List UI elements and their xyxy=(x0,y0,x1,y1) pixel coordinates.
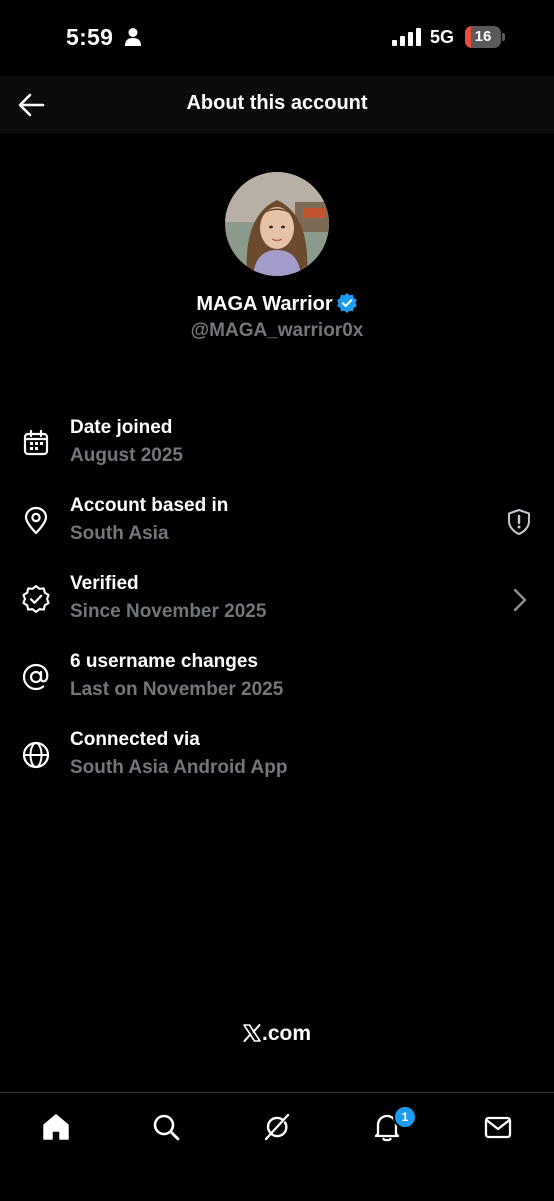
profile-name-row: MAGA Warrior xyxy=(0,291,554,317)
person-icon xyxy=(125,28,141,46)
header: About this account xyxy=(0,76,554,134)
home-icon xyxy=(43,1114,69,1140)
grok-icon xyxy=(264,1113,290,1141)
at-sign-icon xyxy=(22,663,49,691)
info-row-verified[interactable]: Verified Since November 2025 xyxy=(0,570,554,648)
calendar-icon xyxy=(23,429,49,456)
profile-name: MAGA Warrior xyxy=(196,293,333,315)
info-row-username-changes: 6 username changes Last on November 2025 xyxy=(0,648,554,726)
x-logo-icon xyxy=(243,1024,261,1042)
battery-indicator: 16 xyxy=(465,26,501,48)
account-info-list: Date joined August 2025 Account based in… xyxy=(0,414,554,804)
tab-grok[interactable] xyxy=(257,1107,297,1147)
info-row-title: Account based in xyxy=(70,495,229,516)
status-time: 5:59 xyxy=(66,24,114,50)
info-row-value: August 2025 xyxy=(70,445,183,466)
info-row-value: South Asia Android App xyxy=(70,757,288,778)
verified-badge-icon xyxy=(336,293,357,313)
cellular-signal-icon xyxy=(392,28,421,46)
location-pin-icon xyxy=(24,506,48,535)
search-icon xyxy=(153,1114,180,1141)
bottom-tab-bar: 1 xyxy=(0,1092,554,1201)
battery-level: 16 xyxy=(474,28,492,45)
info-row-value: Last on November 2025 xyxy=(70,679,284,700)
status-bar: 5:59 5G 16 xyxy=(0,0,554,76)
info-row-value: South Asia xyxy=(70,523,169,544)
battery-nub xyxy=(502,33,505,41)
tab-home[interactable] xyxy=(36,1107,76,1147)
info-row-date-joined: Date joined August 2025 xyxy=(0,414,554,492)
footer-logo-text: .com xyxy=(261,1022,311,1045)
network-type: 5G xyxy=(430,27,455,47)
x-com-link[interactable]: .com xyxy=(0,1022,554,1046)
info-row-title: Date joined xyxy=(70,417,173,438)
tab-messages[interactable] xyxy=(478,1107,518,1147)
profile-handle: @MAGA_warrior0x xyxy=(190,320,364,341)
shield-alert-icon[interactable] xyxy=(504,507,534,537)
notification-count-badge: 1 xyxy=(393,1105,417,1129)
tab-search[interactable] xyxy=(146,1107,186,1147)
info-row-connected-via: Connected via South Asia Android App xyxy=(0,726,554,804)
chevron-right-icon xyxy=(513,588,527,612)
info-row-title: Verified xyxy=(70,573,139,594)
avatar-image xyxy=(225,172,329,276)
globe-icon xyxy=(22,741,50,769)
avatar[interactable] xyxy=(225,172,329,276)
envelope-icon xyxy=(484,1116,512,1139)
info-row-title: Connected via xyxy=(70,729,200,750)
info-row-value: Since November 2025 xyxy=(70,601,267,622)
info-row-title: 6 username changes xyxy=(70,651,258,672)
info-row-account-based-in: Account based in South Asia xyxy=(0,492,554,570)
verified-badge-outline-icon xyxy=(22,584,50,614)
page-title: About this account xyxy=(186,92,368,114)
